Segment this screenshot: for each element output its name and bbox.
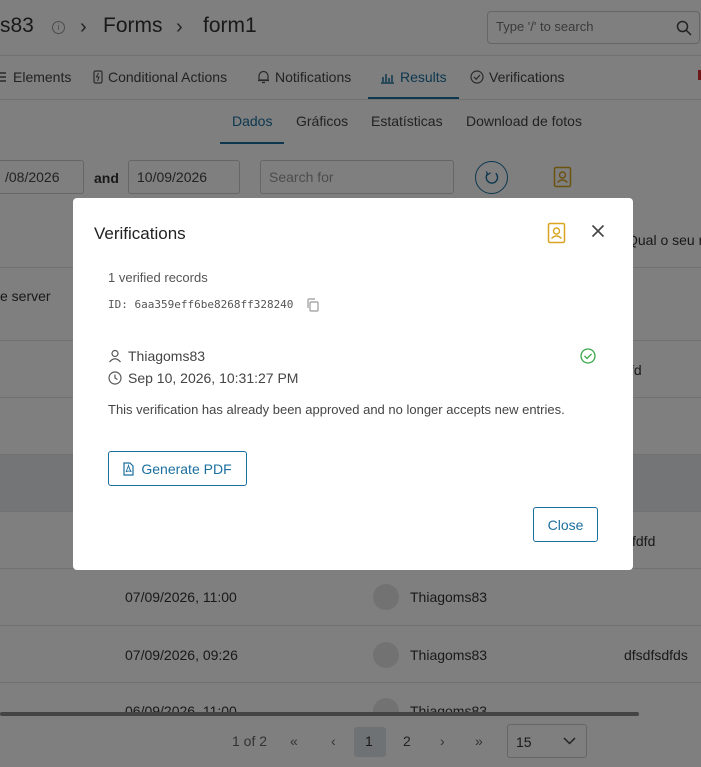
clock-icon bbox=[108, 371, 122, 385]
verification-id: ID: 6aa359eff6be8268ff328240 bbox=[108, 298, 294, 311]
approved-check-icon bbox=[580, 348, 596, 364]
button-label: Generate PDF bbox=[141, 460, 232, 477]
generate-pdf-button[interactable]: Generate PDF bbox=[108, 451, 247, 486]
verification-message: This verification has already been appro… bbox=[108, 402, 565, 417]
verification-user: Thiagoms83 bbox=[108, 348, 205, 364]
modal-title: Verifications bbox=[94, 224, 186, 243]
copy-icon[interactable] bbox=[306, 298, 319, 312]
verifications-modal: Verifications 1 verified records ID: 6aa… bbox=[73, 198, 633, 570]
user-icon bbox=[109, 349, 121, 363]
pdf-file-icon bbox=[123, 461, 134, 476]
close-icon[interactable] bbox=[591, 224, 605, 238]
date-text: Sep 10, 2026, 10:31:27 PM bbox=[128, 370, 299, 386]
close-button[interactable]: Close bbox=[533, 507, 598, 542]
verification-date: Sep 10, 2026, 10:31:27 PM bbox=[108, 370, 298, 386]
user-name: Thiagoms83 bbox=[128, 348, 206, 364]
verified-count: 1 verified records bbox=[108, 270, 208, 285]
contact-card-icon[interactable] bbox=[547, 222, 567, 244]
